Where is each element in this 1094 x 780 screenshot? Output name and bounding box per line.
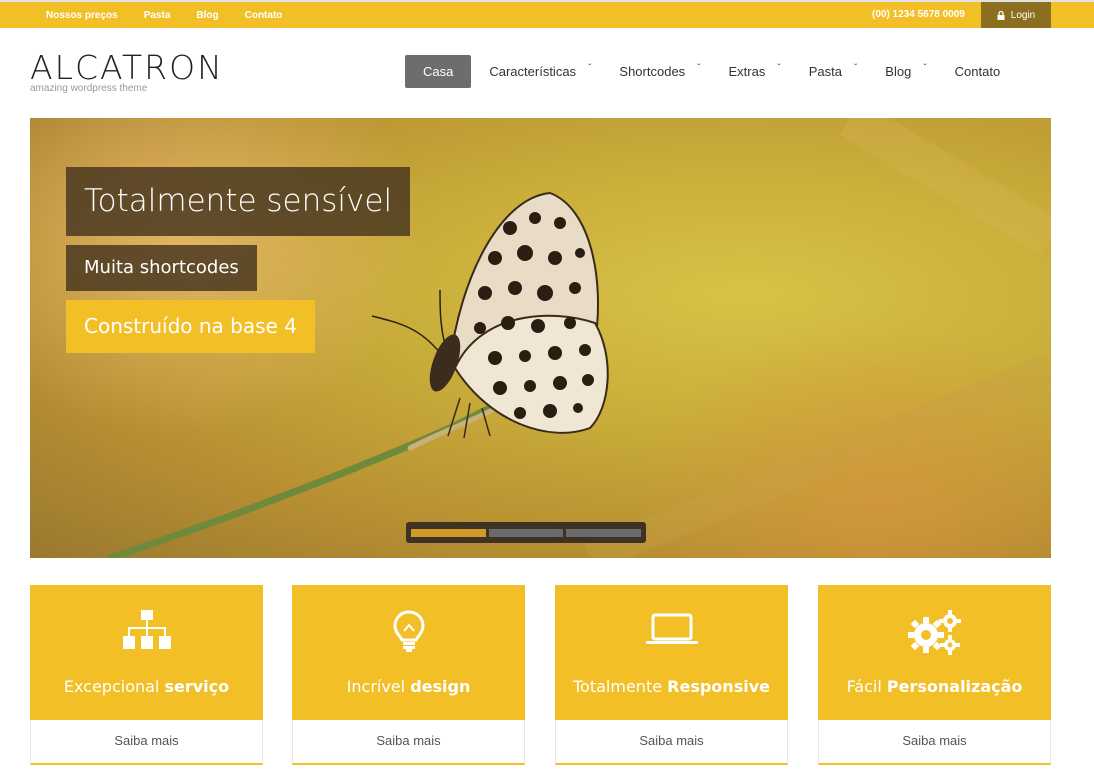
top-links: Nossos preços Pasta Blog Contato	[46, 2, 308, 28]
slide-caption-highlight: Construído na base 4	[66, 300, 315, 353]
feature-box: Totalmente Responsive	[555, 585, 788, 720]
feature-title: Totalmente Responsive	[555, 677, 788, 696]
slider-dot-1[interactable]	[411, 528, 486, 537]
slider-dot-2[interactable]	[488, 528, 564, 537]
chevron-down-icon: ˇ	[777, 63, 781, 74]
top-bar: Nossos preços Pasta Blog Contato (00) 12…	[0, 0, 1094, 28]
feature-title: Fácil Personalização	[818, 677, 1051, 696]
nav-label: Casa	[423, 64, 454, 79]
chevron-down-icon: ˇ	[588, 63, 592, 74]
laptop-icon	[555, 609, 788, 657]
slider-pager	[406, 522, 646, 543]
nav-label: Contato	[954, 64, 1001, 79]
saiba-mais-link[interactable]: Saiba mais	[30, 720, 263, 765]
slide-caption-title: Totalmente sensível	[66, 167, 411, 236]
feature-card: Fácil Personalização Saiba mais	[818, 585, 1051, 765]
saiba-mais-link[interactable]: Saiba mais	[555, 720, 788, 765]
feature-title-bold: design	[410, 677, 471, 696]
saiba-mais-link[interactable]: Saiba mais	[292, 720, 525, 765]
site-logo[interactable]: ALCATRON amazing wordpress theme	[30, 48, 224, 95]
nav-item-caracteristicas[interactable]: Características ˇ	[489, 55, 591, 88]
feature-title: Excepcional serviço	[30, 677, 263, 696]
phone-number: (00) 1234 5678 0009	[872, 9, 965, 20]
feature-card: Excepcional serviço Saiba mais	[30, 585, 263, 765]
feature-title-light: Excepcional	[63, 677, 160, 696]
feature-title-light: Fácil	[846, 677, 882, 696]
feature-card: Totalmente Responsive Saiba mais	[555, 585, 788, 765]
login-button[interactable]: Login	[981, 2, 1051, 28]
feature-title-bold: serviço	[164, 677, 230, 696]
nav-label: Pasta	[808, 64, 842, 79]
nav-item-contato[interactable]: Contato	[955, 55, 1001, 88]
nav-label: Extras	[728, 64, 766, 79]
feature-title: Incrível design	[292, 677, 525, 696]
hero-slider[interactable]: Totalmente sensível Muita shortcodes Con…	[30, 118, 1051, 558]
top-link-pasta[interactable]: Pasta	[144, 10, 171, 21]
feature-title-light: Incrível	[346, 677, 406, 696]
feature-box: Excepcional serviço	[30, 585, 263, 720]
top-link-blog[interactable]: Blog	[196, 10, 218, 21]
chevron-down-icon: ˇ	[697, 63, 701, 74]
nav-item-shortcodes[interactable]: Shortcodes ˇ	[619, 55, 700, 88]
saiba-mais-link[interactable]: Saiba mais	[818, 720, 1051, 765]
top-link-precos[interactable]: Nossos preços	[46, 10, 118, 21]
slider-dot-3[interactable]	[566, 528, 642, 537]
nav-item-extras[interactable]: Extras ˇ	[729, 55, 781, 88]
logo-name: ALCATRON	[30, 48, 224, 87]
feature-card: Incrível design Saiba mais	[292, 585, 525, 765]
nav-label: Características	[489, 64, 577, 79]
chevron-down-icon: ˇ	[853, 63, 858, 74]
nav-label: Shortcodes	[619, 64, 686, 79]
feature-box: Incrível design	[292, 585, 525, 720]
nav-item-pasta[interactable]: Pasta ˇ	[809, 55, 858, 88]
feature-title-bold: Responsive	[667, 677, 770, 696]
gears-icon	[818, 609, 1051, 657]
lightbulb-icon	[292, 609, 525, 657]
sitemap-icon	[30, 609, 263, 657]
chevron-down-icon: ˇ	[923, 63, 927, 74]
nav-item-casa[interactable]: Casa	[405, 55, 472, 88]
slide-caption-subtitle: Muita shortcodes	[66, 245, 257, 291]
nav-label: Blog	[885, 64, 912, 79]
top-link-contato[interactable]: Contato	[245, 10, 283, 21]
feature-title-bold: Personalização	[886, 677, 1023, 696]
feature-title-light: Totalmente	[573, 677, 663, 696]
lock-icon	[997, 10, 1005, 20]
login-label: Login	[1010, 9, 1036, 21]
feature-box: Fácil Personalização	[818, 585, 1051, 720]
nav-item-blog[interactable]: Blog ˇ	[885, 55, 926, 88]
main-nav: Casa Características ˇ Shortcodes ˇ Extras…	[405, 55, 1000, 88]
